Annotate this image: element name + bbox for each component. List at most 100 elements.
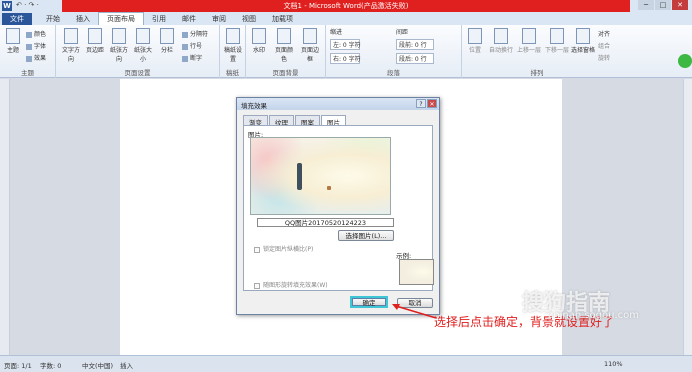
tab-mailings[interactable]: 邮件 xyxy=(174,13,204,25)
watermark-url: zhinan.sogou.com xyxy=(548,310,640,321)
line-numbers-button[interactable]: 行号 xyxy=(182,41,202,50)
lock-aspect-box[interactable] xyxy=(254,246,260,253)
send-backward-button[interactable]: 下移一层 xyxy=(544,28,570,54)
page-border-icon xyxy=(303,28,317,44)
tab-references[interactable]: 引用 xyxy=(144,13,174,25)
page-color-label: 页面颜色 xyxy=(274,47,293,63)
tab-file[interactable]: 文件 xyxy=(2,13,32,25)
position-icon xyxy=(468,28,482,44)
dialog-title-buttons: ? ✕ xyxy=(416,99,437,108)
language[interactable]: 中文(中国) xyxy=(82,360,113,370)
text-direction-icon xyxy=(64,28,78,44)
rotate-button[interactable]: 旋转 xyxy=(598,53,610,62)
text-direction-button[interactable]: 文字方向 xyxy=(60,28,82,63)
lock-aspect-label: 锁定图片纵横比(P) xyxy=(263,246,314,253)
hyphenation-button[interactable]: 断字 xyxy=(182,53,202,62)
theme-group: 主题 颜色 字体 效果 主题 xyxy=(0,25,56,78)
orientation-icon xyxy=(112,28,126,44)
picture-tab-panel: 图片: QQ图片20170520124223 选择图片(L)... 锁定图片纵横… xyxy=(243,125,434,291)
columns-button[interactable]: 分栏 xyxy=(156,28,178,54)
margins-button[interactable]: 页边距 xyxy=(84,28,106,54)
line-numbers-label: 行号 xyxy=(190,43,203,50)
zoom-level[interactable]: 110% xyxy=(604,360,623,368)
columns-icon xyxy=(160,28,174,44)
rotate-with-shape-box[interactable] xyxy=(254,282,260,289)
theme-icon xyxy=(6,28,20,44)
minimize-button[interactable]: ─ xyxy=(638,0,654,10)
sync-status-icon[interactable] xyxy=(678,54,692,68)
page-color-button[interactable]: 页面颜色 xyxy=(273,28,295,63)
spacing-before-value[interactable]: 段前: 0 行 xyxy=(396,39,434,50)
tab-insert[interactable]: 插入 xyxy=(68,13,98,25)
ok-button[interactable]: 确定 xyxy=(350,296,388,308)
arrange-group-label: 排列 xyxy=(530,69,544,77)
draft-icon xyxy=(226,28,240,44)
lock-aspect-checkbox[interactable]: 锁定图片纵横比(P) xyxy=(254,244,313,253)
page-setup-group-label: 页面设置 xyxy=(124,69,151,77)
tab-review[interactable]: 审阅 xyxy=(204,13,234,25)
tab-view[interactable]: 视图 xyxy=(234,13,264,25)
tab-addins[interactable]: 加载项 xyxy=(264,13,301,25)
indent-right-spinner[interactable]: 右: 0 字符 xyxy=(330,53,361,64)
page-count[interactable]: 页面: 1/1 xyxy=(4,360,32,370)
bring-forward-button[interactable]: 上移一层 xyxy=(516,28,542,54)
dialog-close-button[interactable]: ✕ xyxy=(427,99,437,108)
wrap-text-button[interactable]: 自动换行 xyxy=(488,28,514,54)
indent-left-spinner[interactable]: 左: 0 字符 xyxy=(330,39,361,50)
size-button[interactable]: 纸张大小 xyxy=(132,28,154,63)
spacing-after-spinner[interactable]: 段后: 0 行 xyxy=(396,53,434,64)
draft-group: 稿纸设置 稿纸 xyxy=(220,25,246,78)
breaks-icon xyxy=(182,31,188,38)
indent-left-value[interactable]: 左: 0 字符 xyxy=(330,39,361,50)
paragraph-group-label: 段落 xyxy=(387,69,400,77)
selection-pane-button[interactable]: 选择窗格 xyxy=(570,28,596,54)
size-label: 纸张大小 xyxy=(133,47,152,63)
theme-effects-label: 效果 xyxy=(34,55,47,62)
orientation-button[interactable]: 纸张方向 xyxy=(108,28,130,63)
theme-colors-label: 颜色 xyxy=(34,31,47,38)
word-count[interactable]: 字数: 0 xyxy=(40,360,61,370)
vertical-ruler xyxy=(0,79,10,355)
window-title: 文档1 - Microsoft Word(产品激活失败) xyxy=(283,2,409,10)
select-picture-button[interactable]: 选择图片(L)... xyxy=(338,230,394,241)
indent-right-value[interactable]: 右: 0 字符 xyxy=(330,53,361,64)
effects-icon xyxy=(26,55,32,62)
ok-label: 确定 xyxy=(352,298,386,307)
close-button[interactable]: ✕ xyxy=(672,0,688,10)
spacing-heading: 间距 xyxy=(396,29,409,36)
arrange-group: 位置 自动换行 上移一层 下移一层 选择窗格 对齐 组合 旋转 排列 xyxy=(462,25,612,78)
theme-colors-button[interactable]: 颜色 xyxy=(26,29,46,38)
theme-label: 主题 xyxy=(6,47,19,54)
page-setup-group: 文字方向 页边距 纸张方向 纸张大小 分栏 分隔符 行号 断字 页面设置 xyxy=(56,25,220,78)
dialog-title: 填充效果 xyxy=(241,102,267,110)
theme-fonts-button[interactable]: 字体 xyxy=(26,41,46,50)
help-button[interactable]: ? xyxy=(416,99,426,108)
dialog-title-bar: 填充效果 ? ✕ xyxy=(237,98,439,110)
cat-figure xyxy=(327,186,331,190)
rotate-with-shape-checkbox[interactable]: 随图形旋转填充效果(W) xyxy=(254,280,328,289)
text-direction-label: 文字方向 xyxy=(61,47,80,63)
insert-mode[interactable]: 插入 xyxy=(120,360,133,370)
spacing-after-value[interactable]: 段后: 0 行 xyxy=(396,53,434,64)
spacing-before-spinner[interactable]: 段前: 0 行 xyxy=(396,39,434,50)
maximize-button[interactable]: □ xyxy=(655,0,671,10)
fill-effects-dialog: 填充效果 ? ✕ 渐变 纹理 图案 图片 图片: QQ图片20170520124… xyxy=(236,97,440,315)
rotate-label: 旋转 xyxy=(598,55,611,62)
hyphenation-icon xyxy=(182,55,188,62)
draft-settings-button[interactable]: 稿纸设置 xyxy=(222,28,244,63)
colors-icon xyxy=(26,31,32,38)
theme-effects-button[interactable]: 效果 xyxy=(26,53,46,62)
breaks-button[interactable]: 分隔符 xyxy=(182,29,208,38)
selection-pane-label: 选择窗格 xyxy=(570,47,595,54)
group-button[interactable]: 组合 xyxy=(598,41,610,50)
page-border-button[interactable]: 页面边框 xyxy=(299,28,321,63)
position-button[interactable]: 位置 xyxy=(464,28,486,54)
theme-button[interactable]: 主题 xyxy=(2,28,24,54)
tab-page-layout[interactable]: 页面布局 xyxy=(98,12,144,25)
line-numbers-icon xyxy=(182,43,188,50)
watermark-button[interactable]: 水印 xyxy=(248,28,270,54)
annotation-arrow xyxy=(392,304,437,319)
vertical-scrollbar[interactable] xyxy=(683,79,692,355)
align-button[interactable]: 对齐 xyxy=(598,29,610,38)
tab-home[interactable]: 开始 xyxy=(38,13,68,25)
